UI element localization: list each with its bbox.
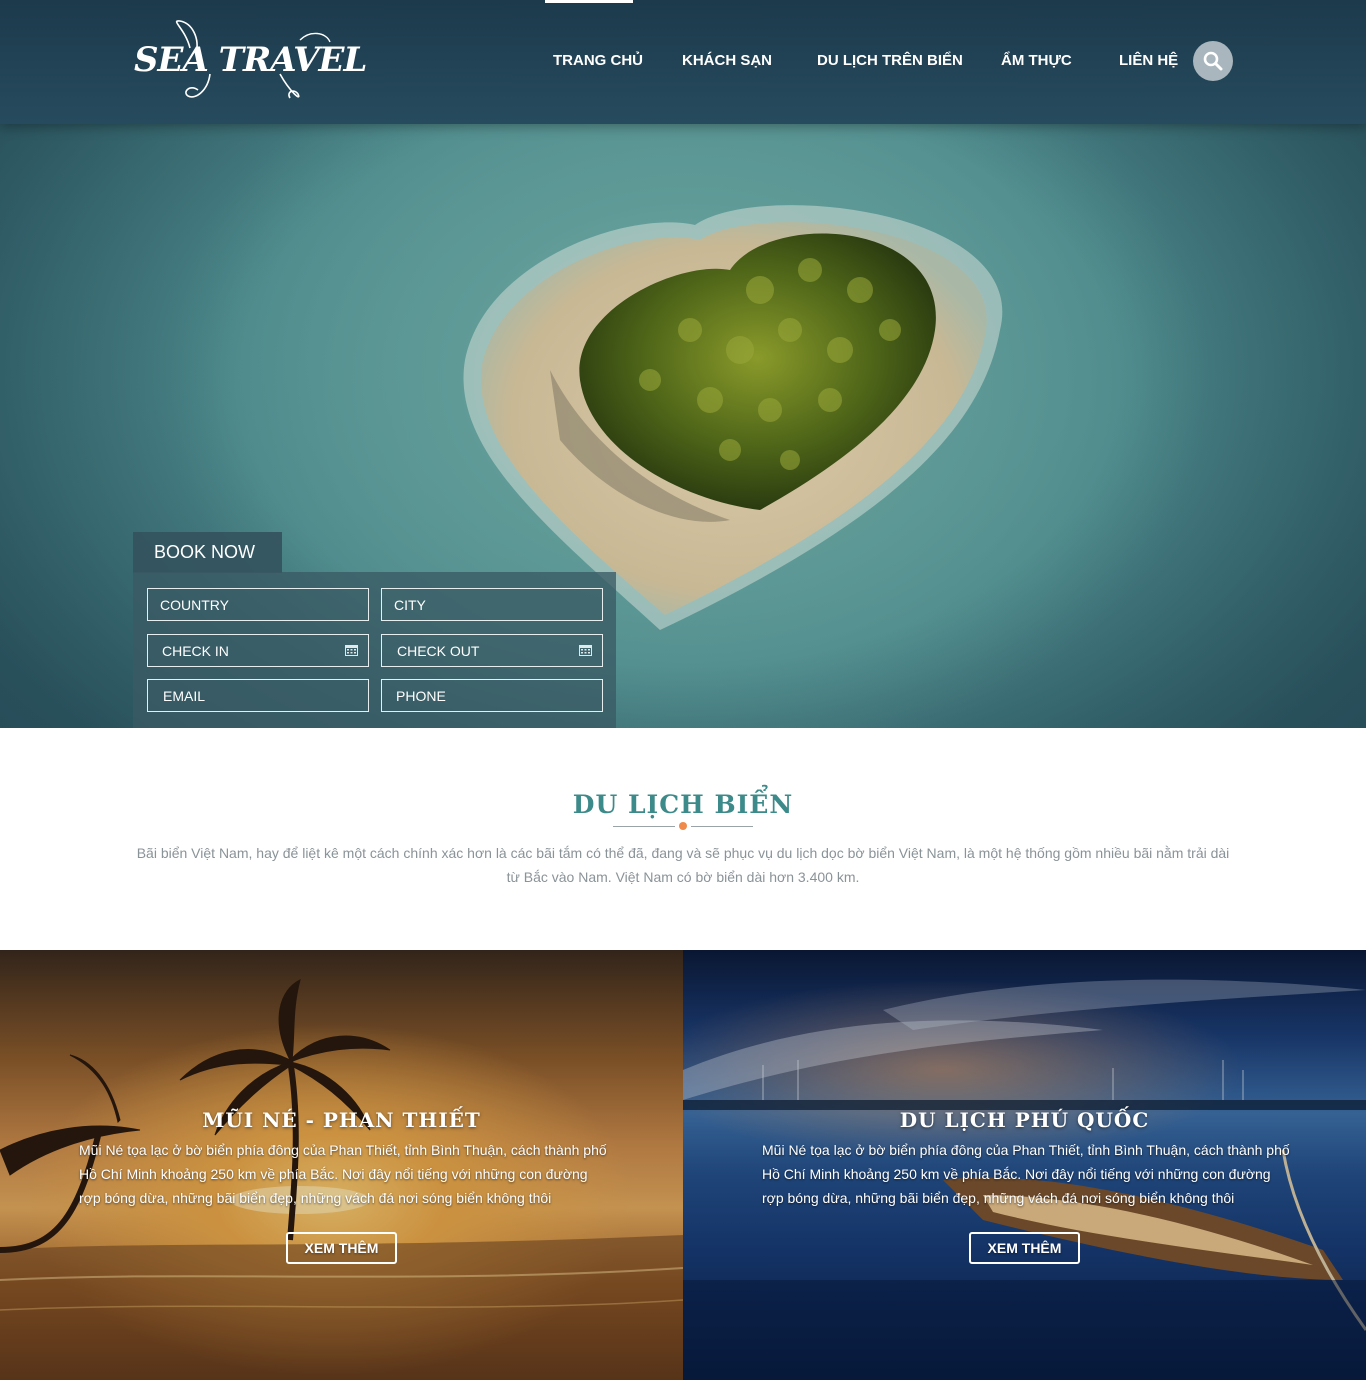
logo-text: SEA TRAVEL	[134, 40, 367, 80]
check-in-field[interactable]: CHECK IN	[147, 634, 369, 667]
section-description: Bãi biển Việt Nam, hay để liệt kê một cá…	[136, 845, 1230, 885]
phone-field[interactable]: PHONE	[381, 679, 603, 712]
destination-card-phu-quoc: DU LỊCH PHÚ QUỐC Mũi Né tọa lạc ở bờ biể…	[683, 950, 1366, 1380]
card-description: Mũi Né tọa lạc ở bờ biển phía đông của P…	[79, 1142, 607, 1206]
view-more-button[interactable]: XEM THÊM	[286, 1232, 397, 1264]
view-more-button[interactable]: XEM THÊM	[969, 1232, 1080, 1264]
nav-am-thuc[interactable]: ẨM THỰC	[1001, 52, 1072, 69]
country-placeholder: COUNTRY	[160, 597, 229, 613]
site-logo[interactable]: SEA TRAVEL	[130, 18, 367, 102]
title-divider-dot	[679, 822, 687, 830]
check-in-placeholder: CHECK IN	[162, 643, 229, 659]
book-now-label: BOOK NOW	[154, 542, 256, 562]
site-header: SEA TRAVEL TRANG CHỦ KHÁCH SẠN DU LỊCH T…	[0, 0, 1366, 124]
search-button[interactable]	[1193, 41, 1233, 81]
section-title: DU LỊCH BIỂN	[572, 790, 794, 819]
check-out-placeholder: CHECK OUT	[397, 643, 480, 659]
title-divider-left	[613, 826, 675, 827]
nav-du-lich-tren-bien[interactable]: DU LỊCH TRÊN BIỂN	[817, 52, 963, 69]
nav-active-indicator	[545, 0, 633, 3]
card-description: Mũi Né tọa lạc ở bờ biển phía đông của P…	[762, 1142, 1290, 1206]
book-now-tab[interactable]: BOOK NOW	[133, 532, 282, 573]
calendar-icon[interactable]	[345, 644, 358, 656]
nav-trang-chu[interactable]: TRANG CHỦ	[553, 52, 643, 69]
email-field[interactable]: EMAIL	[147, 679, 369, 712]
destination-card-mui-ne: MŨI NÉ - PHAN THIẾT Mũi Né tọa lạc ở bờ …	[0, 950, 683, 1380]
nav-lien-he[interactable]: LIÊN HỆ	[1119, 52, 1178, 69]
phone-placeholder: PHONE	[396, 688, 446, 704]
email-placeholder: EMAIL	[163, 688, 206, 704]
nav-khach-san[interactable]: KHÁCH SẠN	[682, 52, 772, 69]
title-divider-right	[691, 826, 753, 827]
calendar-icon[interactable]	[579, 644, 592, 656]
city-placeholder: CITY	[394, 597, 426, 613]
booking-form: COUNTRY CITY CHECK IN CHECK OUT EMAIL PH…	[133, 572, 616, 728]
country-field[interactable]: COUNTRY	[147, 588, 369, 621]
card-title: MŨI NÉ - PHAN THIẾT	[202, 1108, 481, 1132]
card-title: DU LỊCH PHÚ QUỐC	[899, 1108, 1150, 1132]
search-icon	[1203, 51, 1223, 71]
city-field[interactable]: CITY	[381, 588, 603, 621]
check-out-field[interactable]: CHECK OUT	[381, 634, 603, 667]
